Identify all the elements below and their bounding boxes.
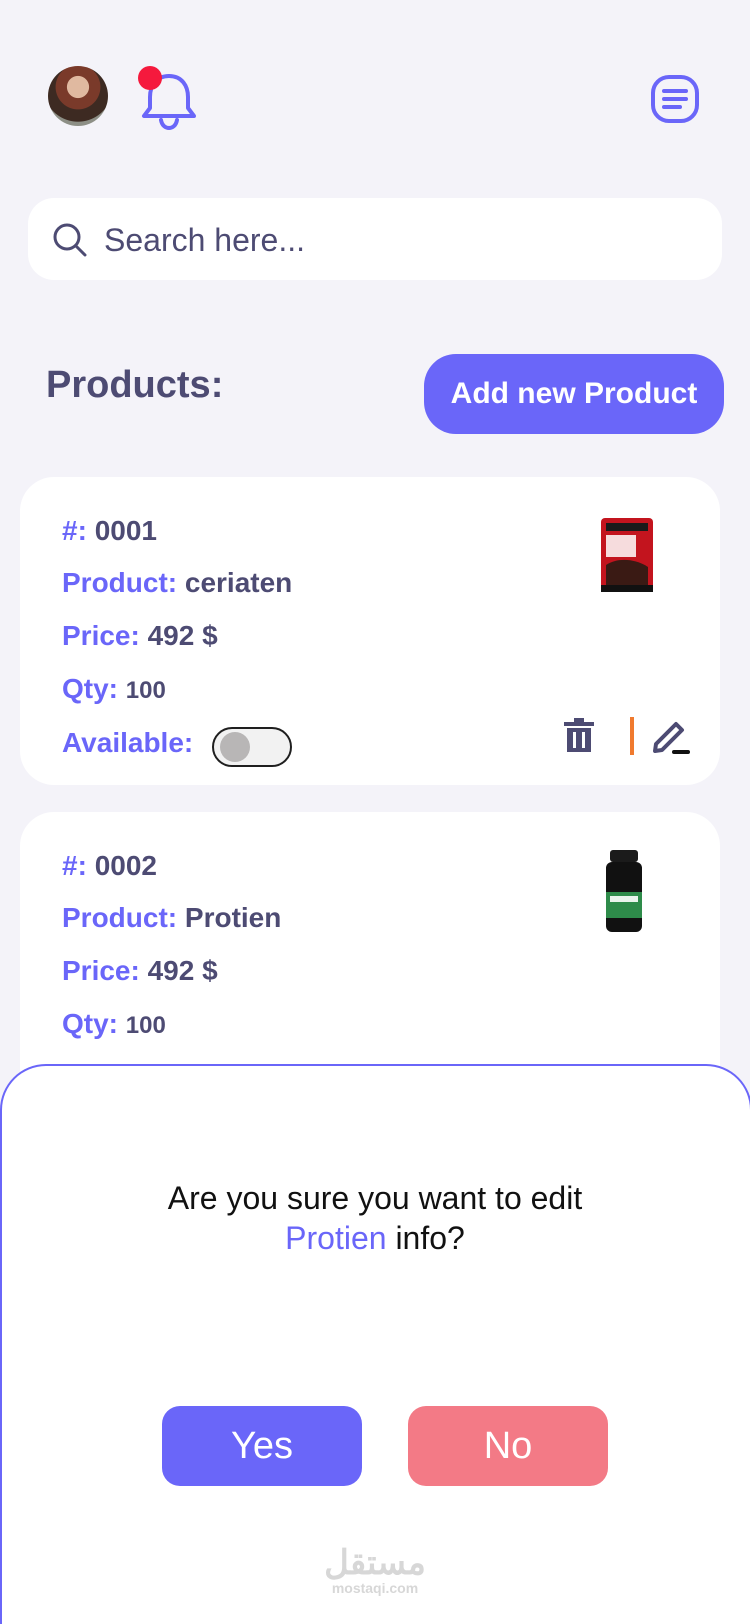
toggle-knob	[220, 732, 250, 762]
notification-dot	[138, 66, 162, 90]
menu-icon[interactable]	[650, 74, 700, 124]
product-value: ceriaten	[184, 567, 293, 598]
watermark-arabic: مستقل	[324, 1544, 426, 1582]
product-id-row: #: 0002	[62, 850, 157, 882]
qty-label: Qty:	[62, 673, 118, 704]
search-icon	[53, 223, 87, 257]
product-label: Product:	[62, 567, 178, 598]
qty-label: Qty:	[62, 1008, 118, 1039]
product-qty-row: Qty: 100	[62, 1008, 166, 1040]
question-text: Are you sure you want to edit	[167, 1180, 583, 1216]
pencil-icon[interactable]	[650, 714, 690, 754]
id-value: 0001	[94, 515, 157, 546]
product-id-row: #: 0001	[62, 515, 157, 547]
add-product-button[interactable]: Add new Product	[424, 354, 724, 434]
question-product-name: Protien	[285, 1220, 387, 1256]
confirm-question: Are you sure you want to edit Protien in…	[0, 1178, 750, 1258]
available-label: Available:	[62, 727, 194, 758]
price-label: Price:	[62, 955, 140, 986]
product-name-row: Product: ceriaten	[62, 567, 292, 599]
product-price-row: Price: 492 $	[62, 955, 218, 987]
avatar[interactable]	[48, 66, 108, 126]
product-price-row: Price: 492 $	[62, 620, 218, 652]
id-label: #:	[62, 515, 87, 546]
product-card: #: 0001 Product: ceriaten Price: 492 $ Q…	[20, 477, 720, 785]
price-value: 492 $	[147, 620, 218, 651]
product-qty-row: Qty: 100	[62, 673, 166, 705]
qty-value: 100	[125, 677, 166, 704]
id-value: 0002	[94, 850, 157, 881]
confirm-edit-sheet	[0, 1064, 750, 1624]
id-label: #:	[62, 850, 87, 881]
product-value: Protien	[184, 902, 282, 933]
page-title: Products:	[46, 364, 224, 406]
price-value: 492 $	[147, 955, 218, 986]
price-label: Price:	[62, 620, 140, 651]
question-suffix: info?	[386, 1220, 465, 1256]
whey-protein-bag-image	[601, 518, 653, 592]
watermark-latin: mostaqi.com	[331, 1580, 419, 1596]
action-separator	[630, 717, 634, 755]
product-available-row: Available:	[62, 727, 193, 759]
product-label: Product:	[62, 902, 178, 933]
search-input[interactable]	[102, 216, 706, 264]
yes-button[interactable]: Yes	[162, 1406, 362, 1486]
trash-icon[interactable]	[562, 717, 596, 753]
no-button[interactable]: No	[408, 1406, 608, 1486]
creatine-bottle-image	[606, 850, 642, 932]
qty-value: 100	[125, 1012, 166, 1039]
availability-toggle[interactable]	[212, 727, 292, 767]
product-name-row: Product: Protien	[62, 902, 281, 934]
